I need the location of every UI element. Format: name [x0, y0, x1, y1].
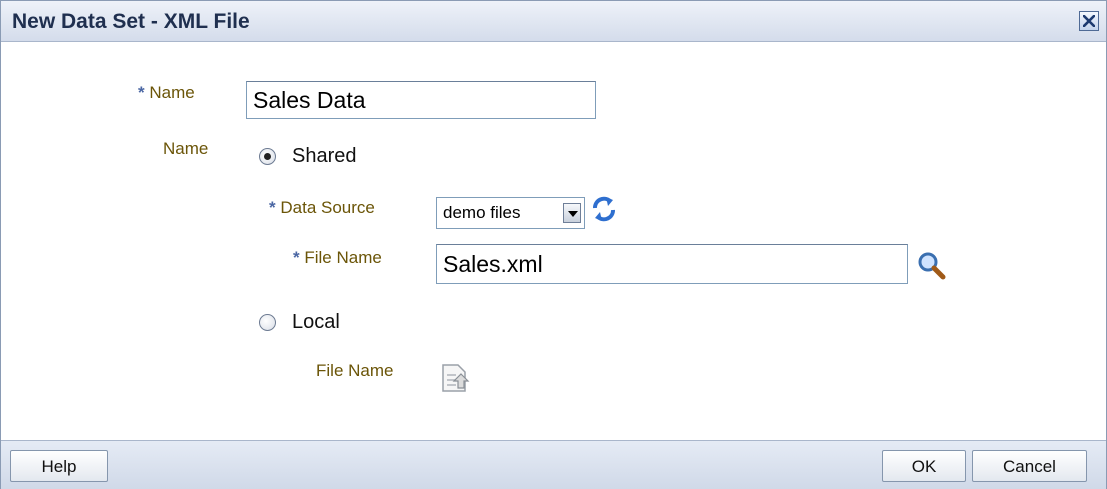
new-data-set-dialog: New Data Set - XML File * Name Name Shar… — [0, 0, 1107, 489]
close-icon[interactable] — [1079, 11, 1099, 31]
data-source-label-text: Data Source — [280, 198, 375, 217]
local-file-name-label: File Name — [316, 361, 394, 380]
radio-selected-dot — [264, 153, 271, 160]
search-icon[interactable] — [916, 250, 948, 282]
ok-button[interactable]: OK — [882, 450, 966, 482]
shared-radio-label[interactable]: Shared — [292, 145, 357, 168]
name-input[interactable] — [246, 81, 596, 119]
shared-radio[interactable] — [259, 148, 276, 165]
dialog-title: New Data Set - XML File — [12, 10, 250, 33]
required-marker: * — [293, 248, 300, 267]
file-name-label-text: File Name — [304, 248, 382, 267]
name-label-text: Name — [149, 83, 195, 102]
location-label: Name — [163, 139, 209, 158]
help-button[interactable]: Help — [10, 450, 108, 482]
dialog-title-bar: New Data Set - XML File — [1, 1, 1106, 42]
data-source-label: * Data Source — [269, 198, 375, 218]
dialog-footer: Help OK Cancel — [1, 440, 1106, 489]
upload-icon[interactable] — [440, 361, 470, 395]
data-source-select[interactable]: demo files — [436, 197, 585, 229]
required-marker: * — [269, 198, 276, 217]
local-radio-label[interactable]: Local — [292, 311, 340, 334]
name-label: * Name — [138, 83, 195, 103]
local-radio[interactable] — [259, 314, 276, 331]
data-source-selected-value: demo files — [443, 203, 521, 222]
required-marker: * — [138, 83, 145, 102]
file-name-label: * File Name — [293, 248, 382, 268]
chevron-down-icon[interactable] — [563, 203, 581, 223]
file-name-input[interactable] — [436, 244, 908, 284]
cancel-button[interactable]: Cancel — [972, 450, 1087, 482]
refresh-icon[interactable] — [589, 194, 619, 224]
